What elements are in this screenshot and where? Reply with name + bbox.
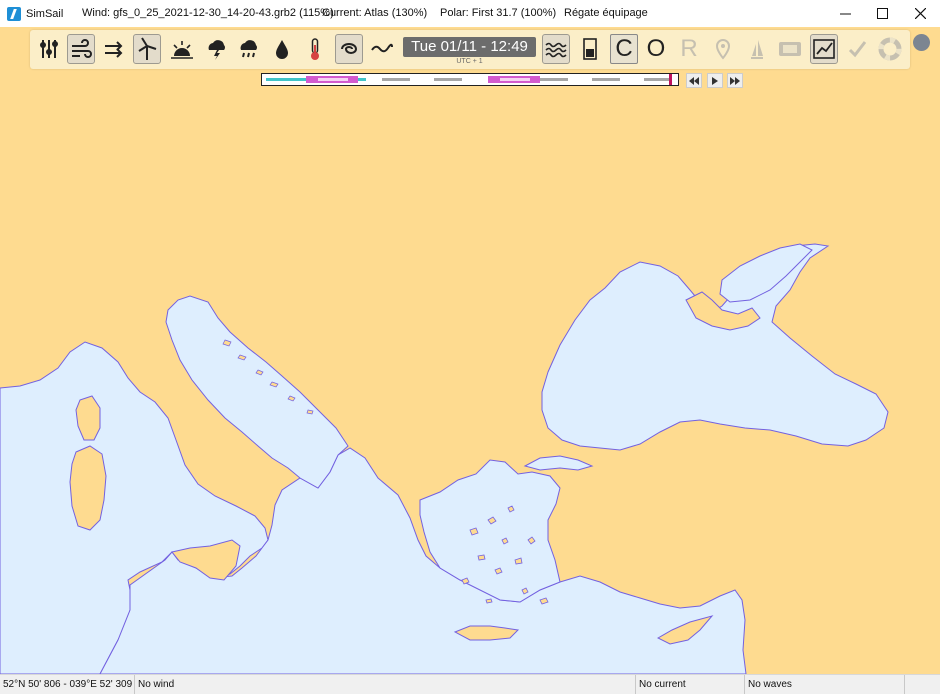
close-icon	[914, 8, 926, 19]
humidity-icon	[276, 40, 288, 59]
wind-turbine-icon	[138, 37, 157, 60]
status-indicator[interactable]	[913, 34, 930, 51]
settings-sliders-button[interactable]	[35, 34, 63, 64]
waves-button[interactable]	[542, 34, 570, 64]
map-view[interactable]	[0, 27, 940, 674]
route-chart-button[interactable]	[810, 34, 838, 64]
simsail-logo-icon	[7, 6, 21, 21]
o-button[interactable]: O	[642, 34, 670, 64]
play-button[interactable]	[707, 73, 723, 88]
route-chart-icon	[813, 39, 835, 59]
tide-gauge-icon	[583, 38, 597, 60]
coastline-map	[0, 243, 889, 674]
cursor-position: 52°N 50' 806 - 039°E 52' 309	[0, 675, 135, 694]
timeline-bar[interactable]	[261, 73, 679, 86]
sunrise-button[interactable]	[168, 34, 196, 64]
wave-icon	[371, 43, 393, 53]
minimize-icon	[839, 13, 851, 15]
sea-black	[541, 243, 889, 451]
lifebuoy-icon	[878, 37, 902, 61]
current-c-button[interactable]: C	[610, 34, 638, 64]
wind-button[interactable]	[67, 34, 95, 64]
rewind-icon	[689, 76, 699, 85]
fast-forward-button[interactable]	[727, 73, 743, 88]
boat-config: Régate équipage	[564, 7, 648, 19]
current-status: No current	[636, 675, 745, 694]
rain-cloud-icon	[240, 40, 257, 58]
r-button[interactable]: R	[675, 34, 703, 64]
play-icon	[712, 76, 718, 85]
sunrise-icon	[171, 41, 193, 59]
title-bar: SimSail Wind: gfs_0_25_2021-12-30_14-20-…	[0, 0, 940, 27]
humidity-button[interactable]	[268, 34, 296, 64]
app-name: SimSail	[26, 7, 64, 20]
cyclone-icon	[341, 43, 358, 54]
maximize-icon	[876, 8, 888, 19]
sea-marmara	[523, 455, 594, 471]
location-button[interactable]	[709, 34, 737, 64]
swell-button[interactable]	[368, 34, 396, 64]
sail-button[interactable]	[743, 34, 771, 64]
rewind-button[interactable]	[686, 73, 702, 88]
waves-icon	[545, 42, 567, 58]
island-sardinia	[69, 445, 107, 531]
temperature-button[interactable]	[301, 34, 329, 64]
timezone-label: UTC + 1	[456, 58, 483, 65]
wind-turbine-button[interactable]	[133, 34, 161, 64]
thermometer-icon	[311, 38, 319, 60]
storm-button[interactable]	[202, 34, 230, 64]
wind-arrows-icon	[105, 41, 123, 58]
fast-forward-icon	[730, 76, 740, 85]
settings-sliders-icon	[40, 40, 58, 58]
maximize-button[interactable]	[863, 0, 901, 27]
resize-grip[interactable]	[905, 675, 940, 694]
calendar-button[interactable]	[776, 34, 804, 64]
check-button[interactable]	[843, 34, 871, 64]
date-time-display[interactable]: Tue 01/11 - 12:49	[403, 37, 536, 57]
storm-cloud-icon	[208, 40, 225, 60]
tide-gauge-button[interactable]	[576, 34, 604, 64]
minimize-button[interactable]	[826, 0, 864, 27]
status-bar: 52°N 50' 806 - 039°E 52' 309 No wind No …	[0, 674, 940, 694]
calendar-icon	[779, 42, 801, 56]
wind-status: No wind	[135, 675, 636, 694]
cyclone-button[interactable]	[335, 34, 363, 64]
sail-icon	[751, 40, 763, 59]
location-pin-icon	[715, 38, 731, 60]
close-button[interactable]	[901, 0, 939, 27]
rain-button[interactable]	[235, 34, 263, 64]
polar-info: Polar: First 31.7 (100%)	[440, 7, 557, 19]
lifebuoy-button[interactable]	[876, 34, 904, 64]
sea-adriatic	[165, 295, 349, 489]
toolbar: Tue 01/11 - 12:49 UTC + 1 C O R	[30, 30, 910, 69]
checkmark-icon	[848, 41, 867, 58]
waves-status: No waves	[745, 675, 905, 694]
wind-icon	[72, 39, 92, 58]
current-info: Current: Atlas (130%)	[322, 7, 428, 19]
wind-file-info: Wind: gfs_0_25_2021-12-30_14-20-43.grb2 …	[82, 7, 334, 19]
wind-arrows-button[interactable]	[100, 34, 128, 64]
